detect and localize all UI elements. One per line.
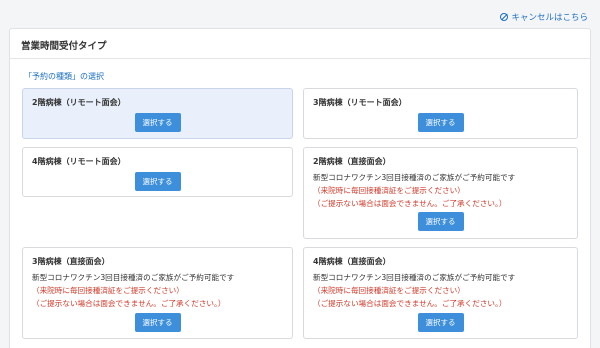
select-button[interactable]: 選択する xyxy=(417,113,464,132)
cancel-link[interactable]: キャンセルはこちら xyxy=(500,11,588,23)
card-warning: （ご提示ない場合は面会できません。ご了承ください。） xyxy=(32,299,226,308)
card-title: 4階病棟（直接面会） xyxy=(313,257,391,266)
cancel-label: キャンセルはこちら xyxy=(511,13,588,23)
card-title: 2階病棟（リモート面会） xyxy=(32,98,126,107)
card-note: 新型コロナワクチン3回目接種済のご家族がご予約可能です xyxy=(313,173,516,182)
card-warning: （来院時に毎回接種済証をご提示ください） xyxy=(313,186,465,195)
card-warning: （ご提示ない場合は面会できません。ご了承ください。） xyxy=(313,299,507,308)
select-button[interactable]: 選択する xyxy=(417,212,464,231)
card-note: 新型コロナワクチン3回目接種済のご家族がご予約可能です xyxy=(32,273,235,282)
panel-title: 営業時間受付タイプ xyxy=(10,29,590,59)
select-button[interactable]: 選択する xyxy=(134,313,181,332)
card-4f-direct[interactable]: 4階病棟（直接面会） 新型コロナワクチン3回目接種済のご家族がご予約可能です （… xyxy=(303,247,578,339)
select-button[interactable]: 選択する xyxy=(417,313,464,332)
card-title: 4階病棟（リモート面会） xyxy=(32,157,126,166)
section-label: 「予約の種類」の選択 xyxy=(24,72,104,81)
card-warning: （来院時に毎回接種済証をご提示ください） xyxy=(32,286,184,295)
card-title: 2階病棟（直接面会） xyxy=(313,157,391,166)
card-warning: （ご提示ない場合は面会できません。ご了承ください。） xyxy=(313,199,507,208)
card-warning: （来院時に毎回接種済証をご提示ください） xyxy=(313,286,465,295)
card-4f-remote[interactable]: 4階病棟（リモート面会） 選択する xyxy=(22,147,293,197)
card-title: 3階病棟（直接面会） xyxy=(32,257,110,266)
select-button[interactable]: 選択する xyxy=(134,172,181,191)
card-title: 3階病棟（リモート面会） xyxy=(313,98,407,107)
card-note: 新型コロナワクチン3回目接種済のご家族がご予約可能です xyxy=(313,273,516,282)
cancel-icon xyxy=(500,13,509,21)
select-button[interactable]: 選択する xyxy=(134,113,181,132)
card-2f-direct[interactable]: 2階病棟（直接面会） 新型コロナワクチン3回目接種済のご家族がご予約可能です （… xyxy=(303,147,578,239)
card-3f-remote[interactable]: 3階病棟（リモート面会） 選択する xyxy=(303,88,578,139)
card-3f-direct[interactable]: 3階病棟（直接面会） 新型コロナワクチン3回目接種済のご家族がご予約可能です （… xyxy=(22,247,293,339)
reservation-type-panel: 営業時間受付タイプ 「予約の種類」の選択 2階病棟（リモート面会） 選択する 3… xyxy=(9,28,591,348)
card-2f-remote[interactable]: 2階病棟（リモート面会） 選択する xyxy=(22,88,293,139)
